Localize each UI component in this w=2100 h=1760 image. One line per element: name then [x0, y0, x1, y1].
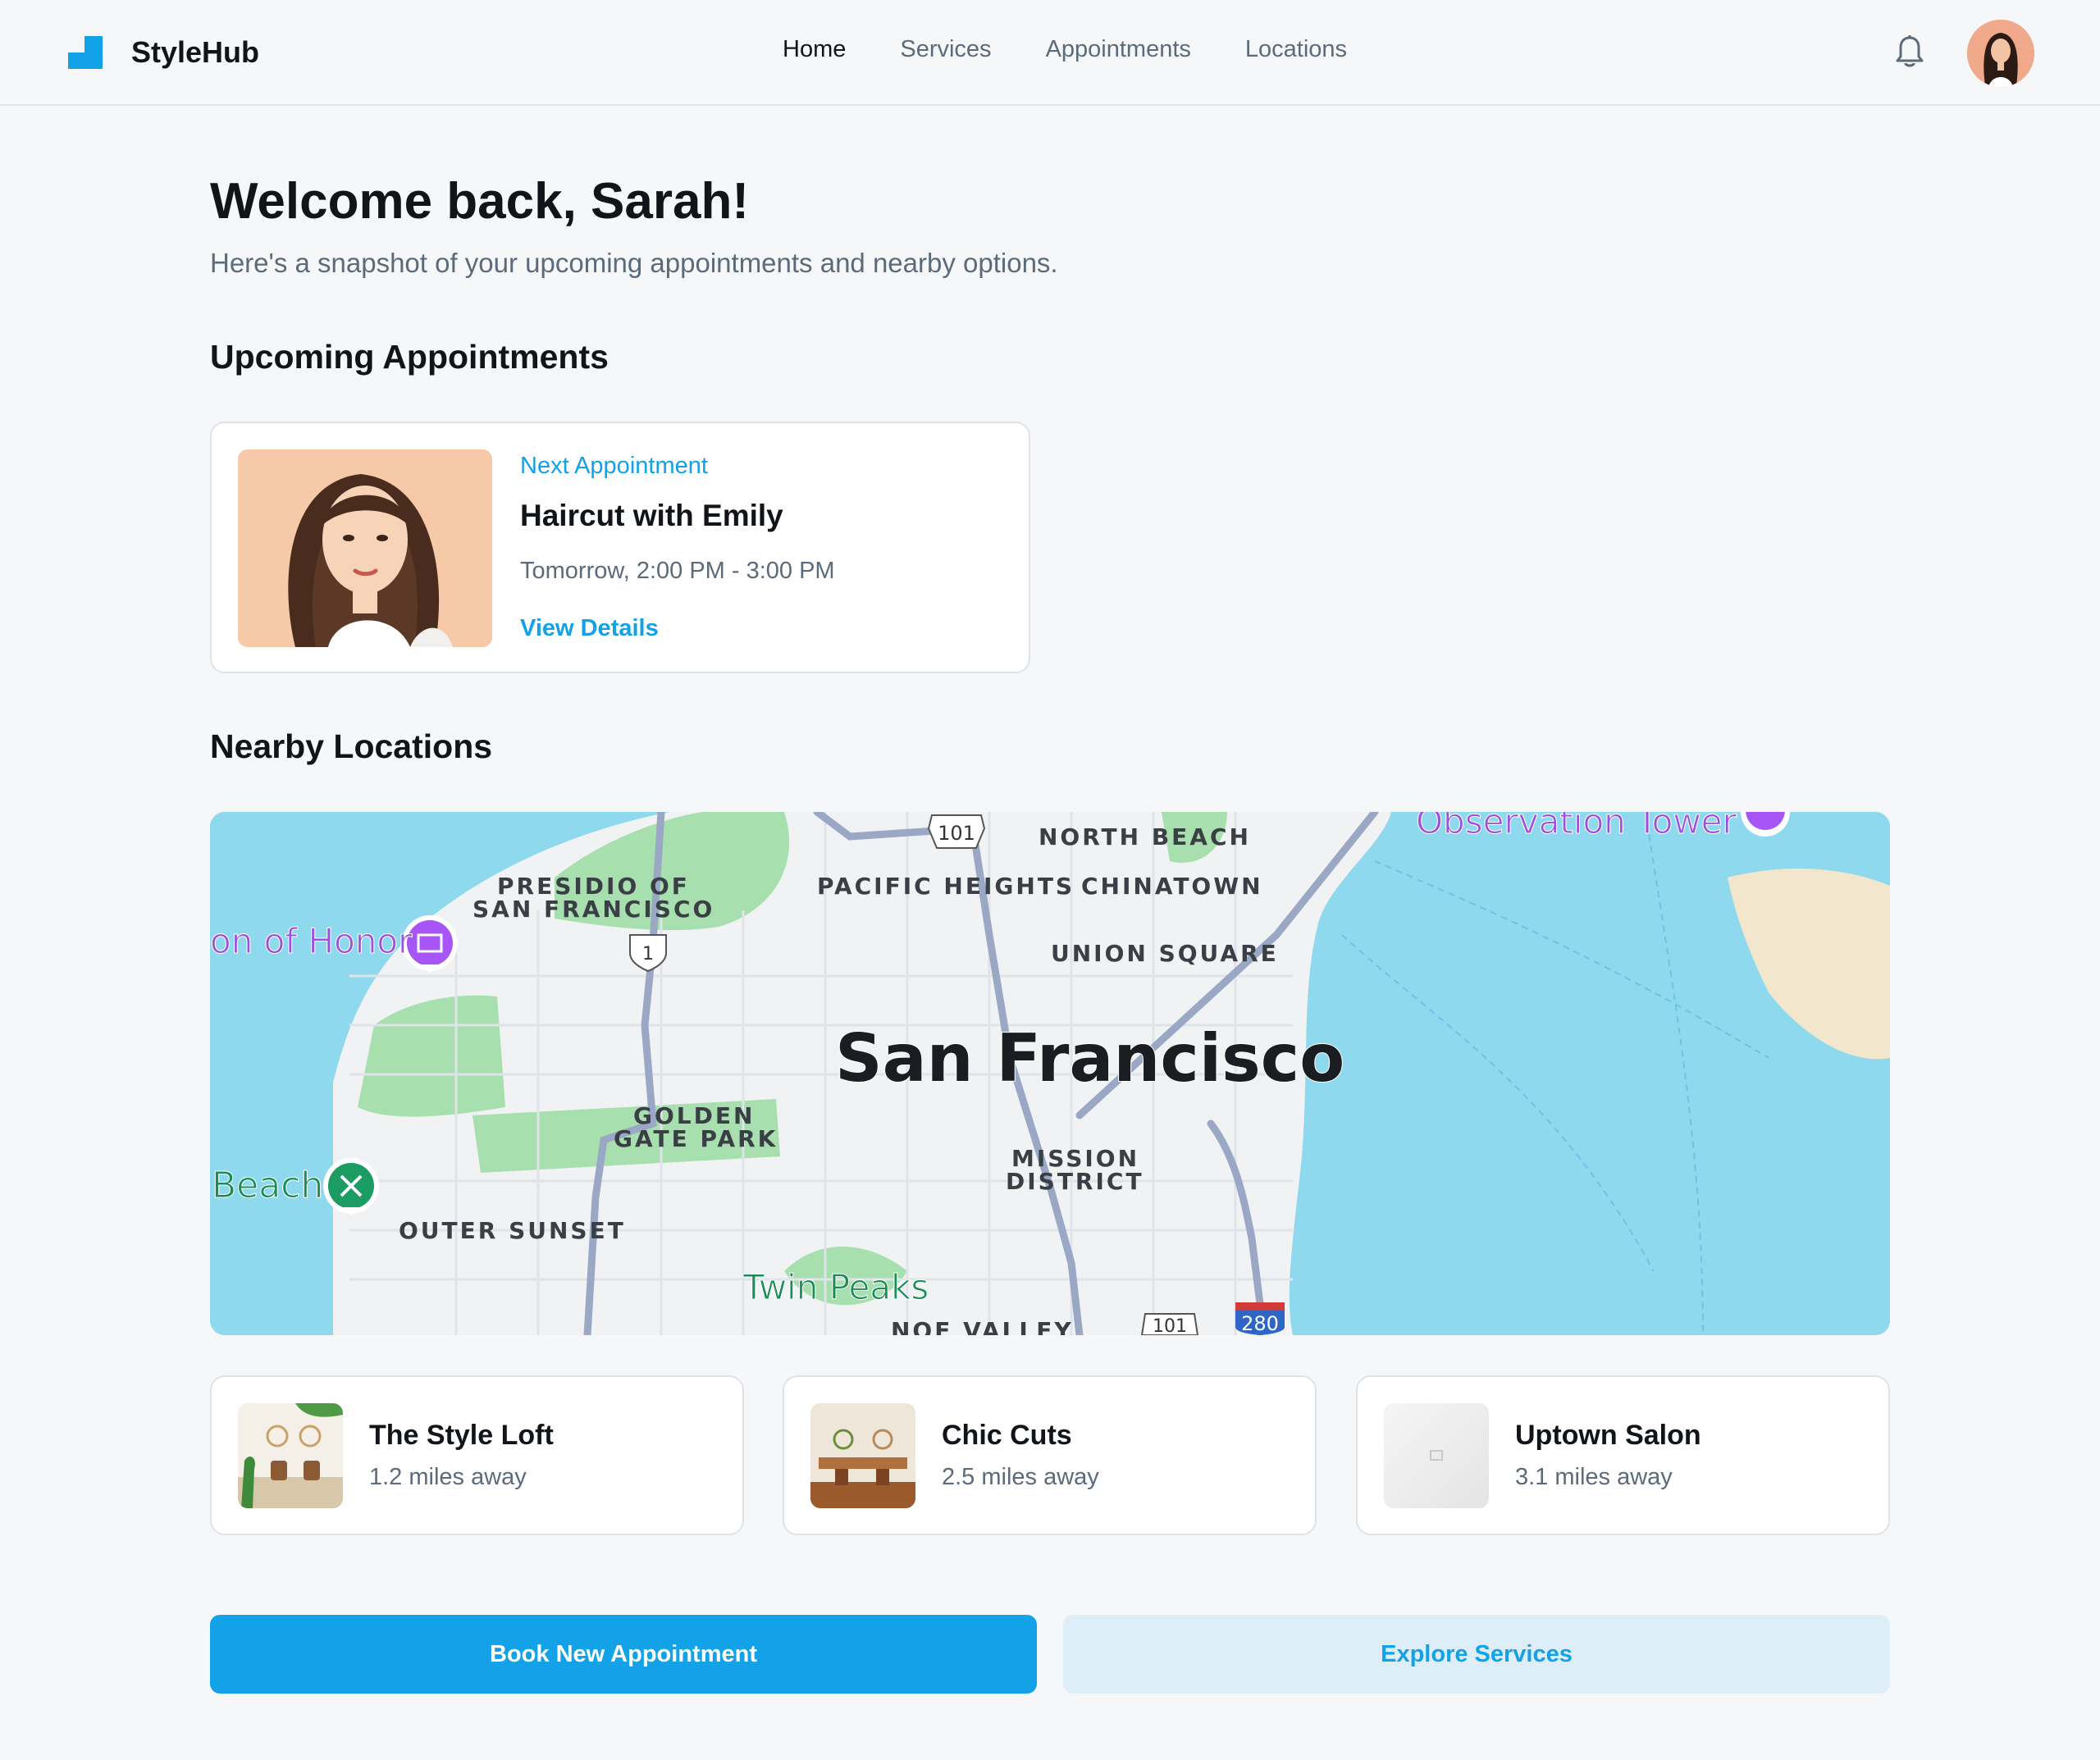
- highway-shield-280: 280: [1235, 1302, 1285, 1335]
- map-label-pacific-heights: PACIFIC HEIGHTS: [817, 873, 1075, 900]
- svg-text:280: 280: [1241, 1312, 1279, 1335]
- map-label-presidio-2: SAN FRANCISCO: [472, 896, 714, 923]
- section-heading-appointments: Upcoming Appointments: [210, 338, 609, 376]
- user-avatar[interactable]: [1967, 20, 2034, 87]
- location-card-style-loft[interactable]: The Style Loft 1.2 miles away: [210, 1375, 744, 1535]
- main-nav: Home Services Appointments Locations: [783, 36, 1401, 63]
- salon-photo: [238, 1403, 343, 1508]
- locations-map[interactable]: 101 1 101 280 NORTH BEACH PACIFIC HEIGHT…: [210, 812, 1890, 1335]
- location-name: The Style Loft: [369, 1420, 554, 1451]
- map-label-mission-2: DISTRICT: [1006, 1168, 1144, 1195]
- map-label-legion: on of Honor: [210, 921, 413, 961]
- view-details-link[interactable]: View Details: [520, 615, 659, 642]
- book-new-appointment-button[interactable]: Book New Appointment: [210, 1615, 1037, 1694]
- nav-appointments[interactable]: Appointments: [1046, 36, 1191, 63]
- map-label-golden-2: GATE PARK: [614, 1125, 778, 1152]
- top-header: StyleHub Home Services Appointments Loca…: [0, 0, 2100, 106]
- location-distance: 2.5 miles away: [942, 1464, 1099, 1490]
- highway-shield-101-bottom: 101: [1140, 1313, 1199, 1335]
- section-heading-locations: Nearby Locations: [210, 727, 493, 765]
- location-card-uptown-salon[interactable]: Uptown Salon 3.1 miles away: [1356, 1375, 1890, 1535]
- location-name: Uptown Salon: [1515, 1420, 1701, 1451]
- appointment-card: Next Appointment Haircut with Emily Tomo…: [210, 422, 1030, 673]
- app-name: StyleHub: [131, 35, 260, 69]
- location-card-chic-cuts[interactable]: Chic Cuts 2.5 miles away: [783, 1375, 1317, 1535]
- page-subtitle: Here's a snapshot of your upcoming appoi…: [210, 248, 1058, 278]
- location-distance: 1.2 miles away: [369, 1464, 527, 1490]
- map-label-noe-valley: NOE VALLEY: [891, 1317, 1074, 1335]
- nav-home[interactable]: Home: [783, 36, 846, 63]
- svg-text:1: 1: [642, 944, 654, 964]
- svg-text:101: 101: [1153, 1316, 1187, 1335]
- logo-icon: [68, 36, 103, 69]
- appointment-title: Haircut with Emily: [520, 499, 783, 532]
- map-label-chinatown: CHINATOWN: [1081, 873, 1263, 900]
- location-distance: 3.1 miles away: [1515, 1464, 1673, 1490]
- map-label-beach: Beach: [212, 1165, 323, 1206]
- appointment-eyebrow: Next Appointment: [520, 453, 708, 479]
- nav-locations[interactable]: Locations: [1245, 36, 1347, 63]
- nav-services[interactable]: Services: [900, 36, 991, 63]
- map-label-outer-sunset: OUTER SUNSET: [399, 1217, 626, 1244]
- brand[interactable]: StyleHub: [68, 35, 259, 70]
- image-placeholder-icon: [1384, 1403, 1489, 1508]
- page-title: Welcome back, Sarah!: [210, 173, 750, 230]
- explore-services-button[interactable]: Explore Services: [1063, 1615, 1890, 1694]
- appointment-time: Tomorrow, 2:00 PM - 3:00 PM: [520, 558, 835, 584]
- location-name: Chic Cuts: [942, 1420, 1072, 1451]
- map-label-union-square: UNION SQUARE: [1051, 940, 1279, 967]
- map-label-city: San Francisco: [835, 1020, 1344, 1097]
- salon-photo: [810, 1403, 915, 1508]
- svg-text:101: 101: [938, 822, 975, 845]
- highway-shield-101-top: 101: [927, 814, 986, 849]
- map-label-observation-tower: Observation Tower: [1416, 812, 1737, 841]
- stylist-portrait: [238, 449, 492, 647]
- map-label-twin-peaks: Twin Peaks: [742, 1267, 929, 1307]
- bell-icon[interactable]: [1895, 34, 1924, 69]
- map-label-north-beach: NORTH BEACH: [1039, 823, 1251, 850]
